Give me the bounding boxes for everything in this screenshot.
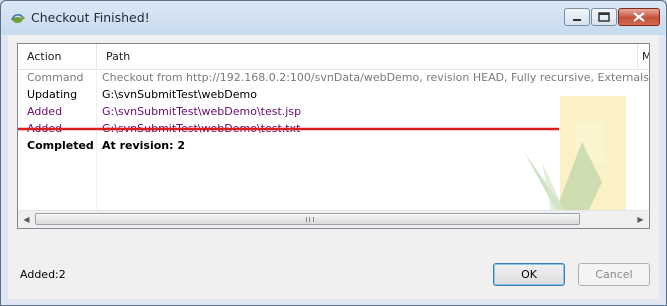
status-summary: Added:2 [20, 268, 66, 281]
horizontal-scrollbar[interactable]: ◀ ▶ [18, 210, 649, 228]
column-header-mime[interactable]: M [638, 44, 649, 69]
checkout-dialog: Checkout Finished! Action Path M Comma [0, 0, 667, 306]
title-bar[interactable]: Checkout Finished! [1, 1, 666, 35]
row-action: Updating [27, 88, 78, 101]
tortoise-watermark-icon [524, 96, 626, 228]
column-header-action[interactable]: Action [18, 44, 97, 69]
row-action: Completed [27, 139, 94, 152]
action-list[interactable]: Action Path M Command Checkout from http… [17, 43, 650, 229]
row-action: Command [27, 71, 84, 84]
column-header-path[interactable]: Path [97, 44, 638, 69]
row-path: G:\svnSubmitTest\webDemo\test.jsp [102, 105, 302, 118]
scroll-right-arrow-icon[interactable]: ▶ [632, 211, 649, 228]
row-path: Checkout from http://192.168.0.2:100/svn… [102, 71, 650, 84]
ok-button[interactable]: OK [493, 263, 565, 286]
red-underline-annotation [18, 127, 559, 131]
scroll-left-arrow-icon[interactable]: ◀ [18, 211, 35, 228]
row-path: G:\svnSubmitTest\webDemo [102, 88, 257, 101]
window-title: Checkout Finished! [31, 10, 150, 25]
close-icon [633, 12, 645, 22]
tortoisesvn-icon [11, 14, 25, 23]
table-row-command[interactable]: Command Checkout from http://192.168.0.2… [18, 69, 650, 86]
dialog-body: Action Path M Command Checkout from http… [8, 35, 659, 299]
row-action: Added [27, 105, 63, 118]
maximize-button[interactable] [591, 8, 617, 26]
row-path: At revision: 2 [102, 139, 186, 152]
scrollbar-grip-icon [306, 217, 314, 222]
scrollbar-thumb[interactable] [35, 213, 580, 225]
minimize-icon [573, 19, 581, 21]
minimize-button[interactable] [564, 8, 590, 26]
cancel-button[interactable]: Cancel [578, 263, 650, 286]
maximize-icon [598, 12, 610, 22]
close-button[interactable] [618, 8, 660, 26]
list-header: Action Path M [18, 44, 649, 70]
